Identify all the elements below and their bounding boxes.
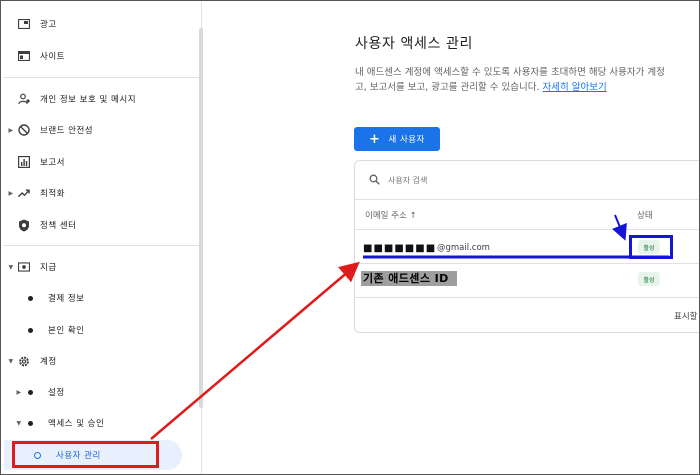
sidebar-item-brand-safety[interactable]: ▶ 브랜드 안전성 <box>2 117 198 143</box>
sidebar-item-label: 개인 정보 보호 및 메시지 <box>40 95 137 105</box>
sidebar-item-label: 최적화 <box>40 189 65 199</box>
rows-per-page-label: 표시할 행 <box>674 312 699 322</box>
page-description: 내 애드센스 계정에 액세스할 수 있도록 사용자를 초대하면 해당 사용자가 … <box>355 65 699 95</box>
sidebar-item-sites[interactable]: 사이트 <box>2 43 198 69</box>
sidebar: 광고 사이트 개인 정보 보호 및 메시지 ▶ 브랜드 안전성 보고서 ▶ 최적… <box>2 2 203 474</box>
sidebar-divider <box>3 77 199 78</box>
policy-shield-icon <box>18 219 30 231</box>
window-frame: 광고 사이트 개인 정보 보호 및 메시지 ▶ 브랜드 안전성 보고서 ▶ 최적… <box>0 0 700 475</box>
status-badge: 활성 <box>638 272 660 286</box>
sidebar-item-label: 보고서 <box>40 158 65 168</box>
sidebar-item-label: 본인 확인 <box>48 326 85 336</box>
privacy-icon <box>18 93 30 105</box>
chevron-down-icon[interactable]: ▼ <box>8 358 14 365</box>
sidebar-item-label: 액세스 및 승인 <box>48 419 105 429</box>
bullet-icon <box>28 420 33 426</box>
block-icon <box>18 124 30 136</box>
description-text: 고, 보고서를 보고, 광고를 관리할 수 있습니다. <box>355 82 543 93</box>
column-header-status[interactable]: 상태 <box>637 209 653 221</box>
column-header-email[interactable]: 이메일 주소 ↑ <box>365 209 417 221</box>
sidebar-item-label: 결제 정보 <box>48 294 85 304</box>
sidebar-item-ads[interactable]: 광고 <box>2 11 198 37</box>
sidebar-item-label: 사이트 <box>40 52 65 62</box>
gear-icon <box>18 355 30 367</box>
sidebar-item-label: 광고 <box>40 20 57 30</box>
sidebar-item-label: 정책 센터 <box>40 221 77 231</box>
email-domain: @gmail.com <box>437 243 490 253</box>
user-search <box>369 174 588 187</box>
bullet-icon <box>28 327 33 333</box>
site-icon <box>18 50 30 62</box>
sidebar-item-policy-center[interactable]: 정책 센터 <box>2 212 198 238</box>
search-icon <box>369 174 380 187</box>
page-title: 사용자 액세스 관리 <box>355 36 473 52</box>
annotation-status-highlight <box>629 235 673 259</box>
sidebar-item-settings[interactable]: ▶ 설정 <box>2 379 198 405</box>
sidebar-item-optimization[interactable]: ▶ 최적화 <box>2 180 198 206</box>
main-content: 사용자 액세스 관리 내 애드센스 계정에 액세스할 수 있도록 사용자를 초대… <box>203 2 699 474</box>
row-divider <box>355 297 699 298</box>
description-line-2: 고, 보고서를 보고, 광고를 관리할 수 있습니다. 자세히 알아보기 <box>355 80 699 95</box>
plus-icon: + <box>369 131 381 147</box>
existing-adsense-id-label: 기존 애드센스 ID <box>361 271 457 286</box>
sidebar-item-billing-info[interactable]: 결제 정보 <box>2 285 198 311</box>
sidebar-item-access-authorization[interactable]: ▼ 액세스 및 승인 <box>2 410 198 436</box>
learn-more-link[interactable]: 자세히 알아보기 <box>543 82 607 93</box>
row-divider <box>355 199 699 200</box>
chevron-right-icon[interactable]: ▶ <box>8 127 14 134</box>
sidebar-item-label: 설정 <box>48 388 65 398</box>
row-divider <box>355 263 699 264</box>
row-divider <box>355 229 699 230</box>
sidebar-item-label: 계정 <box>40 357 57 367</box>
report-icon <box>18 156 30 168</box>
masked-email: ■■■■■■■ <box>363 243 437 254</box>
sidebar-item-account[interactable]: ▼ 계정 <box>2 348 198 374</box>
sidebar-item-label: 지급 <box>40 263 57 273</box>
sidebar-item-privacy[interactable]: 개인 정보 보호 및 메시지 <box>2 86 198 112</box>
trending-icon <box>18 187 30 199</box>
chevron-right-icon[interactable]: ▶ <box>8 190 14 197</box>
search-input[interactable] <box>388 176 588 185</box>
sidebar-item-reports[interactable]: 보고서 <box>2 149 198 175</box>
sidebar-item-identity-verification[interactable]: 본인 확인 <box>2 317 198 343</box>
chevron-right-icon[interactable]: ▶ <box>16 389 22 396</box>
chevron-down-icon[interactable]: ▼ <box>16 420 22 427</box>
ad-icon <box>18 18 30 30</box>
new-user-button-label: 새 사용자 <box>388 135 425 145</box>
new-user-button[interactable]: + 새 사용자 <box>354 127 440 151</box>
payment-icon <box>18 261 30 273</box>
sidebar-item-label: 브랜드 안전성 <box>40 126 94 136</box>
bullet-icon <box>28 295 33 301</box>
sidebar-divider <box>3 245 199 246</box>
chevron-down-icon[interactable]: ▼ <box>8 264 14 271</box>
bullet-icon <box>28 389 33 395</box>
sidebar-item-payments[interactable]: ▼ 지급 <box>2 254 198 280</box>
description-line: 내 애드센스 계정에 액세스할 수 있도록 사용자를 초대하면 해당 사용자가 … <box>355 67 665 78</box>
annotation-user-management-highlight <box>12 441 159 468</box>
